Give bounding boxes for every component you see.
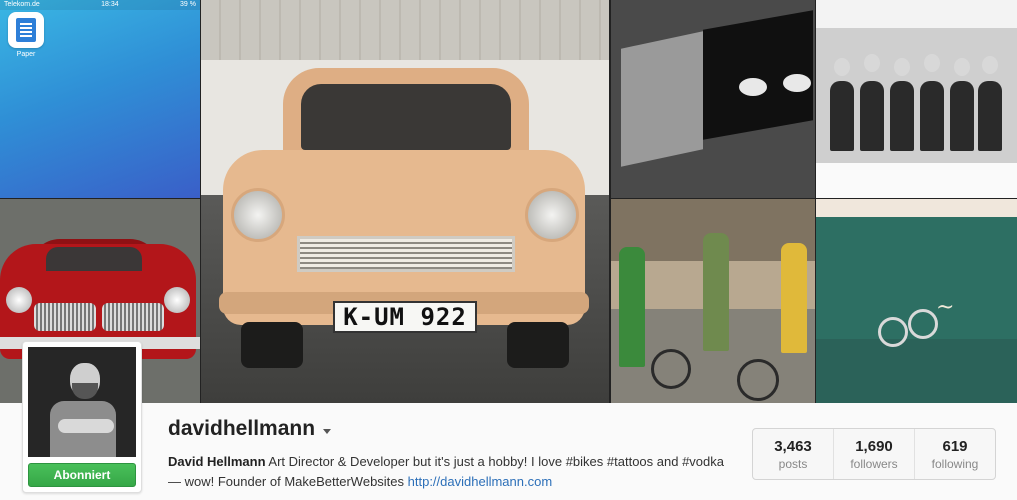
stat-posts-value: 3,463: [774, 438, 812, 455]
photo-tile-group[interactable]: [816, 28, 1017, 163]
phone-carrier: Telekom.de: [4, 1, 40, 8]
phone-battery: 39 %: [180, 1, 196, 8]
profile-bio: David Hellmann Art Director & Developer …: [168, 452, 733, 492]
profile-avatar-card: Abonniert: [22, 341, 142, 493]
stat-following[interactable]: 619 following: [915, 429, 995, 479]
options-caret-icon[interactable]: [323, 428, 332, 434]
follow-button[interactable]: Abonniert: [28, 463, 136, 487]
stat-followers[interactable]: 1,690 followers: [834, 429, 915, 479]
stat-following-value: 619: [942, 438, 968, 455]
paper-app-icon: [8, 12, 44, 48]
username-row: davidhellmann: [168, 417, 332, 441]
photo-tile-group-border-top: [816, 0, 1017, 28]
stat-posts-label: posts: [778, 457, 808, 471]
avatar[interactable]: [28, 347, 136, 457]
photo-tile-phone-screenshot[interactable]: Telekom.de 18:34 39 % Paper: [0, 0, 200, 198]
phone-time: 18:34: [101, 1, 119, 8]
profile-username: davidhellmann: [168, 417, 316, 440]
stat-followers-label: followers: [850, 457, 898, 471]
photo-tile-trabant[interactable]: K-UM 922: [201, 0, 609, 403]
photo-mosaic: Telekom.de 18:34 39 % Paper K-UM 922 ~: [0, 0, 1017, 403]
photo-tile-graffiti[interactable]: ~: [816, 199, 1017, 403]
paper-app-label: Paper: [16, 51, 36, 58]
photo-tile-bikes[interactable]: [611, 199, 815, 403]
photo-tile-laptop[interactable]: [611, 0, 815, 198]
profile-stats: 3,463 posts 1,690 followers 619 followin…: [752, 428, 996, 480]
photo-tile-group-border-bottom: [816, 163, 1017, 198]
stat-posts[interactable]: 3,463 posts: [753, 429, 834, 479]
phone-status-bar: Telekom.de 18:34 39 %: [0, 0, 200, 10]
license-plate: K-UM 922: [333, 301, 477, 333]
stat-followers-value: 1,690: [855, 438, 893, 455]
bio-full-name: David Hellmann: [168, 454, 266, 469]
stat-following-label: following: [931, 457, 979, 471]
bio-website-link[interactable]: http://davidhellmann.com: [408, 474, 553, 489]
